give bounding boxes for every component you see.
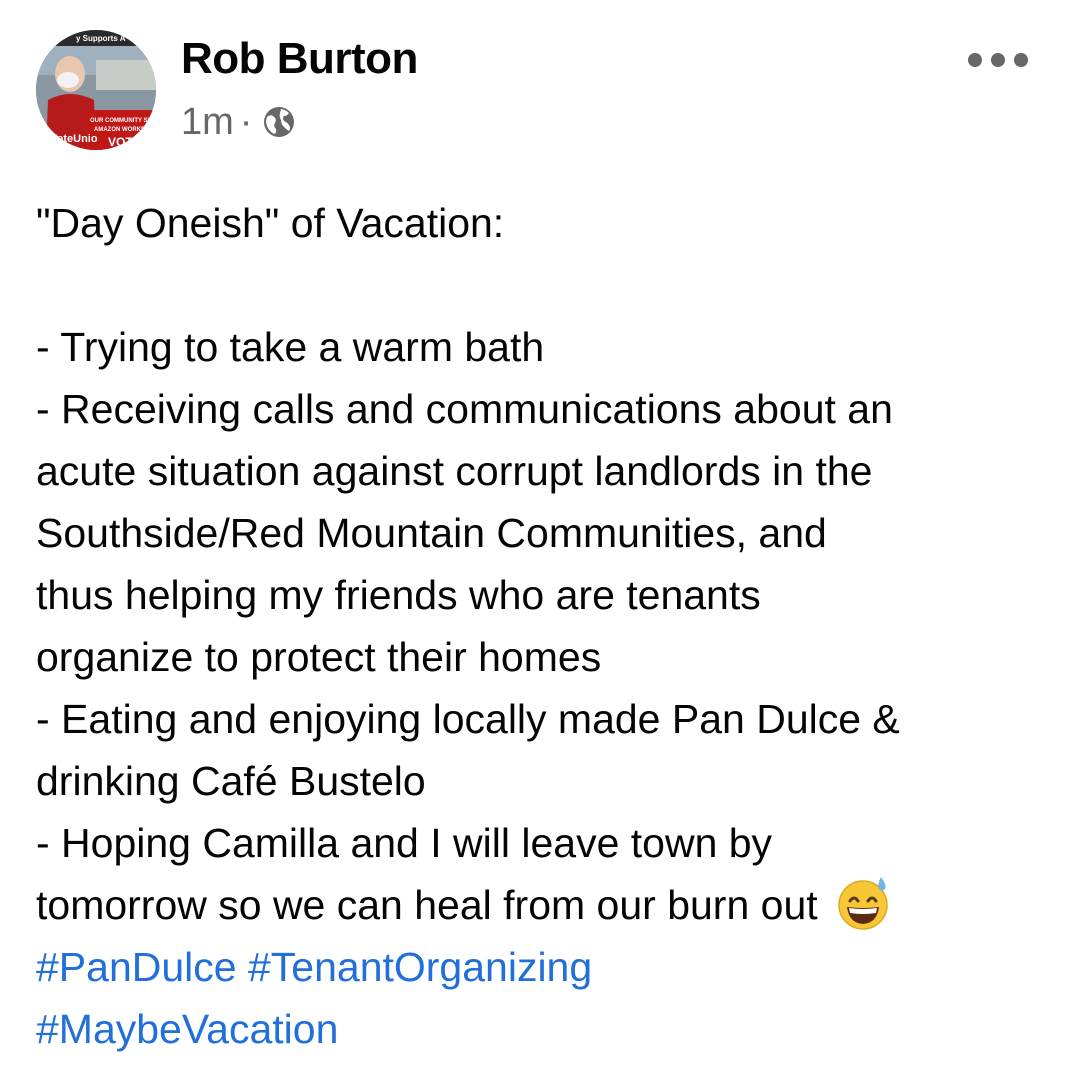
post-text-line: drinking Café Bustelo	[36, 758, 426, 804]
post-text-line: - Hoping Camilla and I will leave town b…	[36, 820, 773, 866]
more-horizontal-icon-dot	[991, 53, 1005, 67]
post-title-line: "Day Oneish" of Vacation:	[36, 200, 505, 246]
grinning-face-with-sweat-emoji	[835, 875, 891, 931]
hashtag-link-tenantorganizing[interactable]: #TenantOrganizing	[248, 944, 592, 990]
facebook-post: y Supports A OUR COMMUNITY SUP AMAZON WO…	[0, 0, 1080, 1080]
avatar-sign-vote: VOTE	[108, 135, 141, 149]
avatar-image: y Supports A OUR COMMUNITY SUP AMAZON WO…	[36, 30, 156, 150]
post-meta: 1m ·	[181, 100, 296, 144]
avatar-sign-top: y Supports A	[76, 34, 126, 43]
post-text-line: Southside/Red Mountain Communities, and	[36, 510, 827, 556]
avatar[interactable]: y Supports A OUR COMMUNITY SUP AMAZON WO…	[36, 30, 156, 150]
post-body: "Day Oneish" of Vacation: - Trying to ta…	[36, 192, 1056, 1060]
avatar-sign-line2: AMAZON WORKE	[94, 127, 145, 133]
meta-separator: ·	[239, 100, 253, 143]
post-timestamp[interactable]: 1m	[181, 101, 234, 144]
globe-icon[interactable]	[262, 105, 296, 139]
hashtag-link-pandulce[interactable]: #PanDulce	[36, 944, 237, 990]
avatar-sign-line1: OUR COMMUNITY SUP	[90, 118, 156, 124]
post-header: y Supports A OUR COMMUNITY SUP AMAZON WO…	[36, 30, 1046, 160]
hashtag-line: #PanDulce #TenantOrganizing	[36, 936, 1056, 998]
hashtag-line: #MaybeVacation	[36, 998, 1056, 1060]
more-horizontal-icon	[968, 53, 982, 67]
more-horizontal-icon-dot	[1014, 53, 1028, 67]
post-text-line: - Trying to take a warm bath	[36, 324, 545, 370]
author-name[interactable]: Rob Burton	[181, 34, 418, 84]
post-text-line: thus helping my friends who are tenants	[36, 572, 761, 618]
post-text-line: acute situation against corrupt landlord…	[36, 448, 873, 494]
post-text-line-with-emoji: tomorrow so we can heal from our burn ou…	[36, 874, 1056, 936]
avatar-sign-hashtag: #VoteUnio	[44, 133, 98, 145]
post-text-line: - Eating and enjoying locally made Pan D…	[36, 696, 900, 742]
post-text-line: organize to protect their homes	[36, 634, 602, 680]
more-options-button[interactable]	[968, 40, 1028, 80]
post-text-line: - Receiving calls and communications abo…	[36, 386, 893, 432]
hashtag-link-maybevacation[interactable]: #MaybeVacation	[36, 1006, 338, 1052]
post-text-line: tomorrow so we can heal from our burn ou…	[36, 882, 818, 928]
